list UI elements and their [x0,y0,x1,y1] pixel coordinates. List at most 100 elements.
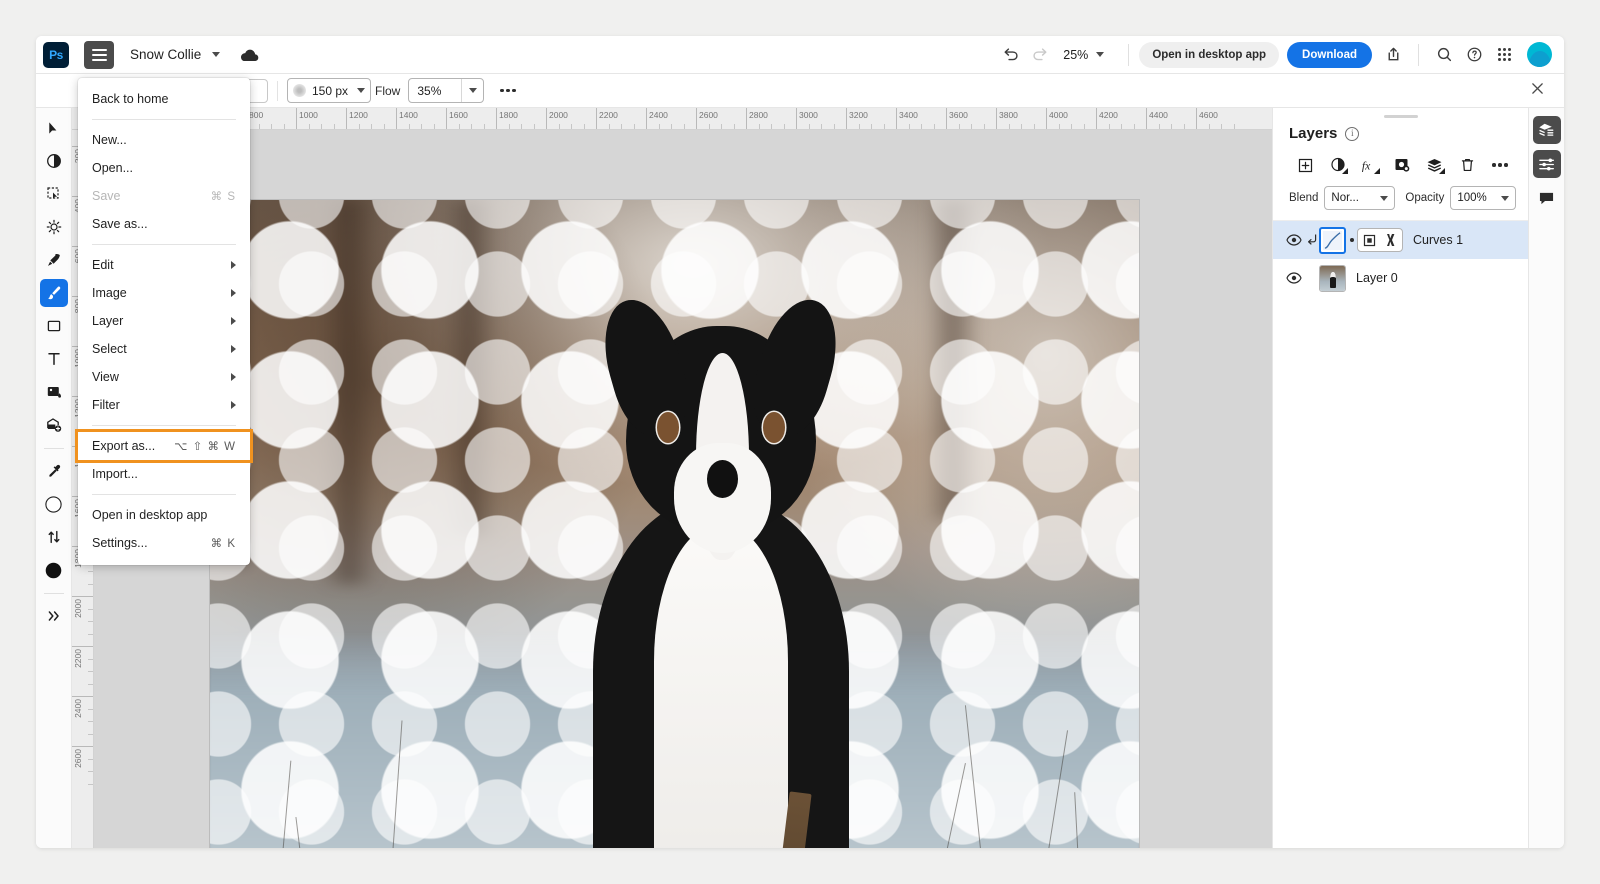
ruler-minor-tick [333,124,335,129]
group-layers-button[interactable] [1419,152,1451,178]
artboard[interactable] [210,200,1139,848]
rail-properties-panel[interactable] [1532,150,1561,178]
zoom-level-dropdown[interactable]: 25% [1055,48,1112,62]
undo-icon[interactable] [995,40,1025,70]
ruler-minor-tick [1033,124,1035,129]
menu-open[interactable]: Open... [78,154,250,182]
background-color-swatch[interactable] [40,556,68,584]
menu-view[interactable]: View [78,363,250,391]
flow-stepper[interactable] [461,79,483,102]
layer-visibility-icon[interactable] [1283,272,1305,284]
svg-text:fx: fx [1362,159,1371,172]
eyedropper-tool[interactable] [40,457,68,485]
dropdown-corner-icon [1341,168,1348,174]
menu-divider [92,494,236,495]
brush-tool[interactable] [39,279,68,307]
adjustment-brush-tool[interactable] [40,213,68,241]
menu-export-as[interactable]: Export as... ⌥ ⇧ ⌘ W [75,429,253,463]
delete-layer-button[interactable] [1451,152,1483,178]
redo-icon[interactable] [1025,40,1055,70]
ruler-label: 4200 [1099,110,1118,120]
menu-select[interactable]: Select [78,335,250,363]
adjustment-layer-button[interactable] [1321,152,1353,178]
horizontal-ruler[interactable]: 2004006008001000120014001600180020002200… [94,108,1272,130]
canvas-area[interactable] [94,130,1272,848]
menu-layer[interactable]: Layer [78,307,250,335]
menu-back-to-home[interactable]: Back to home [78,85,250,113]
menu-item-label: Open... [92,161,133,175]
rail-comments-panel[interactable] [1533,184,1561,212]
menu-save-as[interactable]: Save as... [78,210,250,238]
share-icon[interactable] [1378,40,1408,70]
app-grid-icon[interactable] [1489,40,1519,70]
menu-item-label: Import... [92,467,138,481]
flow-value: 35% [417,83,442,98]
layer-mask-button[interactable] [1386,152,1418,178]
dog-eye-left [656,411,680,443]
dog-nose [707,459,738,498]
menu-edit[interactable]: Edit [78,251,250,279]
spot-heal-tool[interactable] [40,378,68,406]
more-options-icon [1492,163,1508,167]
table-row[interactable]: Layer 0 [1273,259,1528,297]
move-tool[interactable] [40,114,68,142]
menu-filter[interactable]: Filter [78,391,250,419]
layer-mask-group [1350,228,1403,252]
menu-item-label: Settings... [92,536,148,550]
type-tool[interactable] [40,345,68,373]
ruler-minor-tick [383,124,385,129]
hamburger-line [91,53,107,56]
table-row[interactable]: Curves 1 [1273,221,1528,259]
ruler-minor-tick [621,124,622,129]
layer-thumbnail[interactable] [1319,264,1346,292]
layer-panel-more-button[interactable] [1484,152,1516,178]
download-button[interactable]: Download [1287,41,1372,68]
menu-image[interactable]: Image [78,279,250,307]
foreground-color-swatch[interactable] [40,490,68,518]
shape-tool[interactable] [40,312,68,340]
ruler-label: 2000 [73,599,83,618]
menu-import[interactable]: Import... [78,460,250,488]
layer-mask-thumbnail[interactable] [1357,228,1403,252]
blend-label: Blend [1289,192,1319,204]
quick-actions-tool[interactable] [40,147,68,175]
blend-mode-dropdown[interactable]: Nor... [1324,186,1396,210]
swap-colors[interactable] [40,523,68,551]
ruler-minor-tick [983,124,985,129]
generative-fill-tool[interactable] [40,246,68,274]
main-menu-dropdown[interactable]: Back to home New... Open... Save ⌘ S Save as.… [75,78,253,565]
ruler-minor-tick [371,124,372,129]
brush-size-dropdown[interactable]: 150 px [287,78,371,103]
add-layer-button[interactable] [1289,152,1321,178]
more-options-icon[interactable] [500,88,516,93]
layer-visibility-icon[interactable] [1283,234,1305,246]
menu-open-in-desktop-app[interactable]: Open in desktop app [78,501,250,529]
ruler-minor-tick [1158,124,1160,129]
layer-effects-button[interactable]: fx [1354,152,1386,178]
document-title-dropdown[interactable]: Snow Collie [130,47,221,62]
opacity-dropdown[interactable]: 100% [1450,186,1516,210]
info-icon[interactable]: i [1345,126,1360,141]
ruler-label: 2800 [749,110,768,120]
layer-thumbnail[interactable] [1319,226,1346,254]
object-select-tool[interactable] [40,180,68,208]
dog-chest [654,525,788,848]
menu-settings[interactable]: Settings... ⌘ K [78,529,250,557]
add-image-tool[interactable] [40,411,68,439]
avatar[interactable] [1527,42,1552,67]
main-menu-button[interactable] [84,40,114,69]
search-icon[interactable] [1429,40,1459,70]
open-in-desktop-app-button[interactable]: Open in desktop app [1139,41,1280,68]
layer-name: Layer 0 [1356,271,1398,285]
rail-layers-panel[interactable] [1532,116,1561,144]
help-icon[interactable] [1459,40,1489,70]
ruler-minor-tick [858,124,860,129]
flow-input[interactable]: 35% [408,78,485,103]
close-icon[interactable] [1531,82,1544,100]
ruler-minor-tick [883,124,885,129]
ruler-label: 1600 [449,110,468,120]
more-tools[interactable] [40,602,68,630]
photoshop-logo[interactable]: Ps [43,41,69,68]
ruler-label: 2400 [649,110,668,120]
menu-new[interactable]: New... [78,126,250,154]
